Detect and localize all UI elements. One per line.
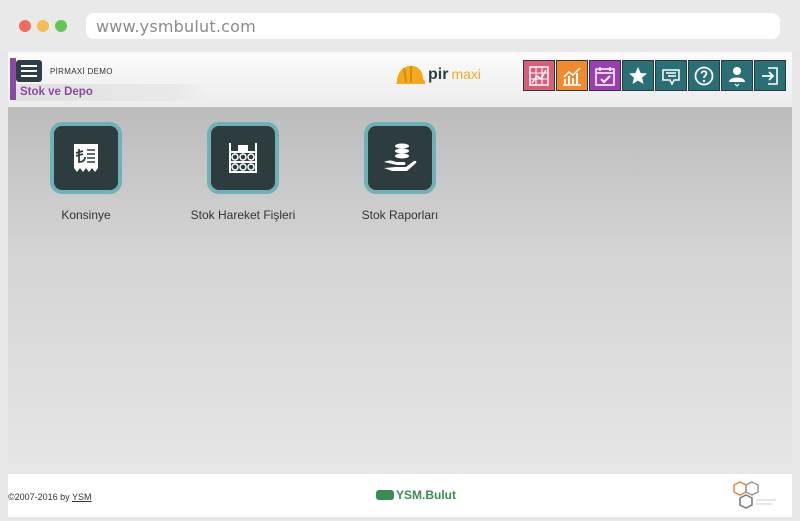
- brand-name: YSM.Bulut: [396, 488, 456, 502]
- favorites-button[interactable]: [622, 60, 654, 91]
- helmet-icon: [396, 65, 425, 84]
- calendar-button[interactable]: [589, 60, 621, 91]
- tile-icon-frame: [50, 122, 122, 194]
- partner-hexagon-logo: [733, 481, 776, 509]
- address-bar-url: www.ysmbulut.com: [96, 17, 256, 36]
- app-footer: ©2007-2016 by YSM YSM.Bulut: [8, 474, 792, 517]
- app-window: PİRMAXİ DEMO Stok ve Depo pir maxi Konsi…: [8, 52, 792, 517]
- star-icon: [629, 66, 647, 84]
- tile-label: Konsinye: [61, 208, 111, 222]
- tile-label: Stok Raporları: [361, 208, 439, 222]
- module-title: Stok ve Depo: [20, 86, 93, 98]
- ysm-link[interactable]: YSM: [72, 492, 92, 502]
- tile-konsinye[interactable]: Konsinye: [8, 122, 176, 222]
- copyright-text: ©2007-2016 by: [8, 492, 73, 502]
- shelf-icon: [229, 143, 257, 173]
- coins-hand-icon: [384, 143, 417, 171]
- address-bar[interactable]: www.ysmbulut.com: [86, 13, 780, 39]
- logout-button[interactable]: [754, 60, 786, 91]
- chart-button[interactable]: [556, 60, 588, 91]
- tile-icon-frame: [207, 122, 279, 194]
- module-dashboard: Konsinye Stok Hareket Fişleri Stok Rapor…: [8, 107, 792, 474]
- logout-icon: [762, 66, 778, 85]
- chart-up-icon: [563, 66, 581, 86]
- report-grid-icon: [529, 65, 549, 86]
- module-breadcrumb[interactable]: Stok ve Depo: [16, 84, 206, 101]
- help-button[interactable]: [688, 60, 720, 91]
- report-grid-button[interactable]: [523, 60, 555, 91]
- receipt-lira-icon: [74, 144, 98, 172]
- minimize-window-button[interactable]: [37, 20, 49, 32]
- hamburger-menu-button[interactable]: [16, 60, 42, 82]
- close-window-button[interactable]: [19, 20, 31, 32]
- cloud-icon: [376, 490, 394, 500]
- maximize-window-button[interactable]: [55, 20, 67, 32]
- logo-pir: pir: [428, 66, 449, 83]
- tile-stok-raporlari[interactable]: Stok Raporları: [310, 122, 490, 222]
- copyright: ©2007-2016 by YSM: [8, 492, 92, 502]
- company-name: PİRMAXİ DEMO: [50, 67, 113, 76]
- tile-label: Stok Hareket Fişleri: [190, 208, 296, 222]
- toolbar: [522, 60, 786, 93]
- logo-maxi: maxi: [451, 66, 482, 82]
- user-menu-button[interactable]: [721, 60, 753, 91]
- message-icon: [662, 68, 680, 86]
- browser-chrome: www.ysmbulut.com: [0, 0, 800, 52]
- tile-stok-hareket-fisleri[interactable]: Stok Hareket Fişleri: [153, 122, 333, 222]
- help-icon: [694, 66, 714, 85]
- ysm-bulut-logo: YSM.Bulut: [376, 488, 456, 502]
- app-header: PİRMAXİ DEMO Stok ve Depo pir maxi: [8, 52, 792, 107]
- user-icon: [729, 66, 745, 87]
- pirmaxi-logo: pir maxi: [394, 60, 494, 90]
- tile-icon-frame: [364, 122, 436, 194]
- calendar-check-icon: [595, 66, 615, 86]
- messages-button[interactable]: [655, 60, 687, 91]
